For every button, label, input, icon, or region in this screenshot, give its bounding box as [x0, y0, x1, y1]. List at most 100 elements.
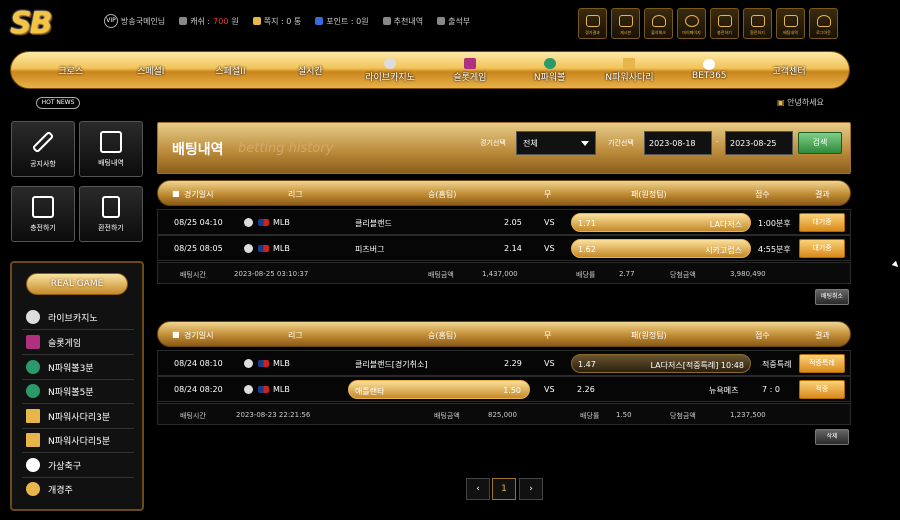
- attendance-link[interactable]: 출석부: [448, 16, 470, 27]
- rg-powerball5[interactable]: N파워볼5분: [26, 381, 136, 401]
- slot-machine-icon: [26, 335, 40, 349]
- document-icon: [618, 15, 633, 27]
- status-badge[interactable]: 대기중: [799, 213, 845, 232]
- page-title: 배팅내역: [172, 142, 224, 158]
- side-withdraw-button[interactable]: 환전하기: [79, 186, 143, 242]
- filter-label: 경기선택: [480, 139, 506, 147]
- away-pick[interactable]: 1.71 LA다저스: [571, 213, 751, 232]
- soccer-ball-icon: [703, 59, 716, 70]
- slot-machine-icon: [463, 57, 476, 69]
- rg-ladder3[interactable]: N파워사다리3분: [26, 406, 136, 426]
- results-button[interactable]: 경기결과: [578, 8, 607, 39]
- cash-icon: [179, 17, 188, 25]
- pencil-icon: [31, 130, 55, 153]
- rg-powerball3[interactable]: N파워볼3분: [26, 357, 136, 377]
- recommend-link[interactable]: 추천내역: [394, 16, 423, 27]
- rg-ladder5[interactable]: N파워사다리5분: [26, 430, 136, 450]
- user-icon: [816, 15, 831, 27]
- ladder-icon: [623, 57, 636, 69]
- deposit-button[interactable]: 충전하기: [710, 8, 739, 39]
- soccer-ball-icon: [26, 458, 40, 472]
- baseball-icon: [244, 244, 253, 253]
- betting-history-button[interactable]: 배팅내역: [776, 8, 805, 39]
- point-icon: [315, 17, 324, 25]
- casino-chip-icon: [384, 57, 397, 69]
- baseball-icon: [244, 359, 253, 368]
- table-row: 08/24 08:10 MLB 클리블랜드[경기취소] 2.29 VS 1.47…: [157, 350, 851, 376]
- date-separator: -: [716, 138, 719, 146]
- table-row: 08/25 04:10 MLB 클리블랜드 2.05 VS 1.71 LA다저스…: [157, 209, 851, 235]
- page-1-button[interactable]: 1: [492, 478, 516, 500]
- status-badge[interactable]: 적중특례: [799, 354, 845, 373]
- mouse-cursor: [891, 260, 900, 270]
- page-subtitle: betting history: [238, 141, 334, 156]
- header-checkbox[interactable]: ■: [172, 330, 180, 339]
- board-button[interactable]: 게시판: [611, 8, 640, 39]
- heart-icon: [651, 15, 666, 27]
- rg-virtual-soccer[interactable]: 가상축구: [26, 455, 136, 475]
- withdraw-button[interactable]: 환전하기: [743, 8, 772, 39]
- date-from-input[interactable]: 2023-08-18: [644, 131, 712, 155]
- table-row: 08/24 08:20 MLB 애틀랜타 1.50 VS 2.26 뉴욕메츠 7…: [157, 376, 851, 402]
- mlb-flag-icon: [258, 386, 269, 393]
- wallet-icon: [750, 15, 765, 27]
- nav-live-casino[interactable]: 라이브카지노: [350, 52, 430, 88]
- monitor-icon: [32, 195, 54, 218]
- main-nav: 크로스 스페셜I 스페셜II 실시간 라이브카지노 슬롯게임 N파워볼 N파워사…: [10, 51, 850, 89]
- nav-special1[interactable]: 스페셜I: [111, 52, 191, 88]
- nav-slot[interactable]: 슬롯게임: [430, 52, 510, 88]
- nav-live[interactable]: 실시간: [270, 52, 350, 88]
- user-info-bar: VIP 방송국메인님 캐쉬 :700 원 쪽지 : 0 통 포인트 : 0원 추천내…: [104, 14, 470, 28]
- logout-button[interactable]: 로그아웃: [809, 8, 838, 39]
- next-page-button[interactable]: ›: [519, 478, 543, 500]
- nav-customer-center[interactable]: 고객센터: [749, 52, 829, 88]
- nav-powerball[interactable]: N파워볼: [510, 52, 590, 88]
- clipboard-icon: [102, 195, 120, 218]
- status-badge[interactable]: 대기중: [799, 239, 845, 258]
- casino-chip-icon: [26, 310, 40, 324]
- notice-icon: ▣: [777, 98, 788, 107]
- nav-cross[interactable]: 크로스: [31, 52, 111, 88]
- mypage-button[interactable]: 마이페이지: [677, 8, 706, 39]
- header-checkbox[interactable]: ■: [172, 189, 180, 198]
- side-betting-history-button[interactable]: 배팅내역: [79, 121, 143, 177]
- divider: [22, 428, 134, 429]
- rg-live-casino[interactable]: 라이브카지노: [26, 307, 136, 327]
- divider: [22, 477, 134, 478]
- rg-dog-race[interactable]: 개경주: [26, 479, 136, 499]
- search-button[interactable]: 검색: [798, 132, 842, 154]
- table-header: ■ 경기일시 리그 승(홈팀) 무 패(원정팀) 점수 결과: [157, 321, 851, 347]
- date-to-input[interactable]: 2023-08-25: [725, 131, 793, 155]
- status-badge[interactable]: 적중: [799, 380, 845, 399]
- divider: [22, 379, 134, 380]
- message-link[interactable]: 쪽지 : 0 통: [264, 16, 302, 27]
- cash-label: 캐쉬 :: [190, 16, 211, 26]
- ladder-icon: [26, 409, 40, 423]
- nav-special2[interactable]: 스페셜II: [191, 52, 271, 88]
- baseball-icon: [244, 385, 253, 394]
- away-pick[interactable]: 1.62 시카고컵스: [571, 239, 751, 258]
- side-deposit-button[interactable]: 충전하기: [11, 186, 75, 242]
- table-row: 08/25 08:05 MLB 피츠버그 2.14 VS 1.62 시카고컵스 …: [157, 235, 851, 261]
- point-link[interactable]: 포인트 : 0원: [326, 16, 368, 27]
- home-pick[interactable]: 애틀랜타 1.50: [348, 380, 530, 399]
- cancel-bet-button[interactable]: 배팅취소: [815, 289, 849, 305]
- recommend-icon: [382, 17, 391, 25]
- divider: [22, 452, 134, 453]
- bet-summary-row: 배팅시간 2023-08-25 03:10:37 배팅금액 1,437,000 …: [157, 262, 851, 284]
- mlb-flag-icon: [258, 360, 269, 367]
- away-pick[interactable]: 1.47 LA다저스[적중특례] 10:48: [571, 354, 751, 373]
- nav-ladder[interactable]: N파워사다리: [590, 52, 670, 88]
- cash-unit: 원: [231, 16, 239, 26]
- site-logo[interactable]: SB: [10, 6, 92, 42]
- divider: [22, 354, 134, 355]
- rg-slot[interactable]: 슬롯게임: [26, 332, 136, 352]
- game-filter-select[interactable]: 전체: [516, 131, 596, 155]
- laptop-icon: [100, 130, 122, 153]
- powerball-icon: [26, 360, 40, 374]
- nav-bet365[interactable]: BET365: [669, 52, 749, 88]
- delete-bet-button[interactable]: 삭제: [815, 429, 849, 445]
- prev-page-button[interactable]: ‹: [466, 478, 490, 500]
- attendance-button[interactable]: 출석체크: [644, 8, 673, 39]
- notice-button[interactable]: 공지사항: [11, 121, 75, 177]
